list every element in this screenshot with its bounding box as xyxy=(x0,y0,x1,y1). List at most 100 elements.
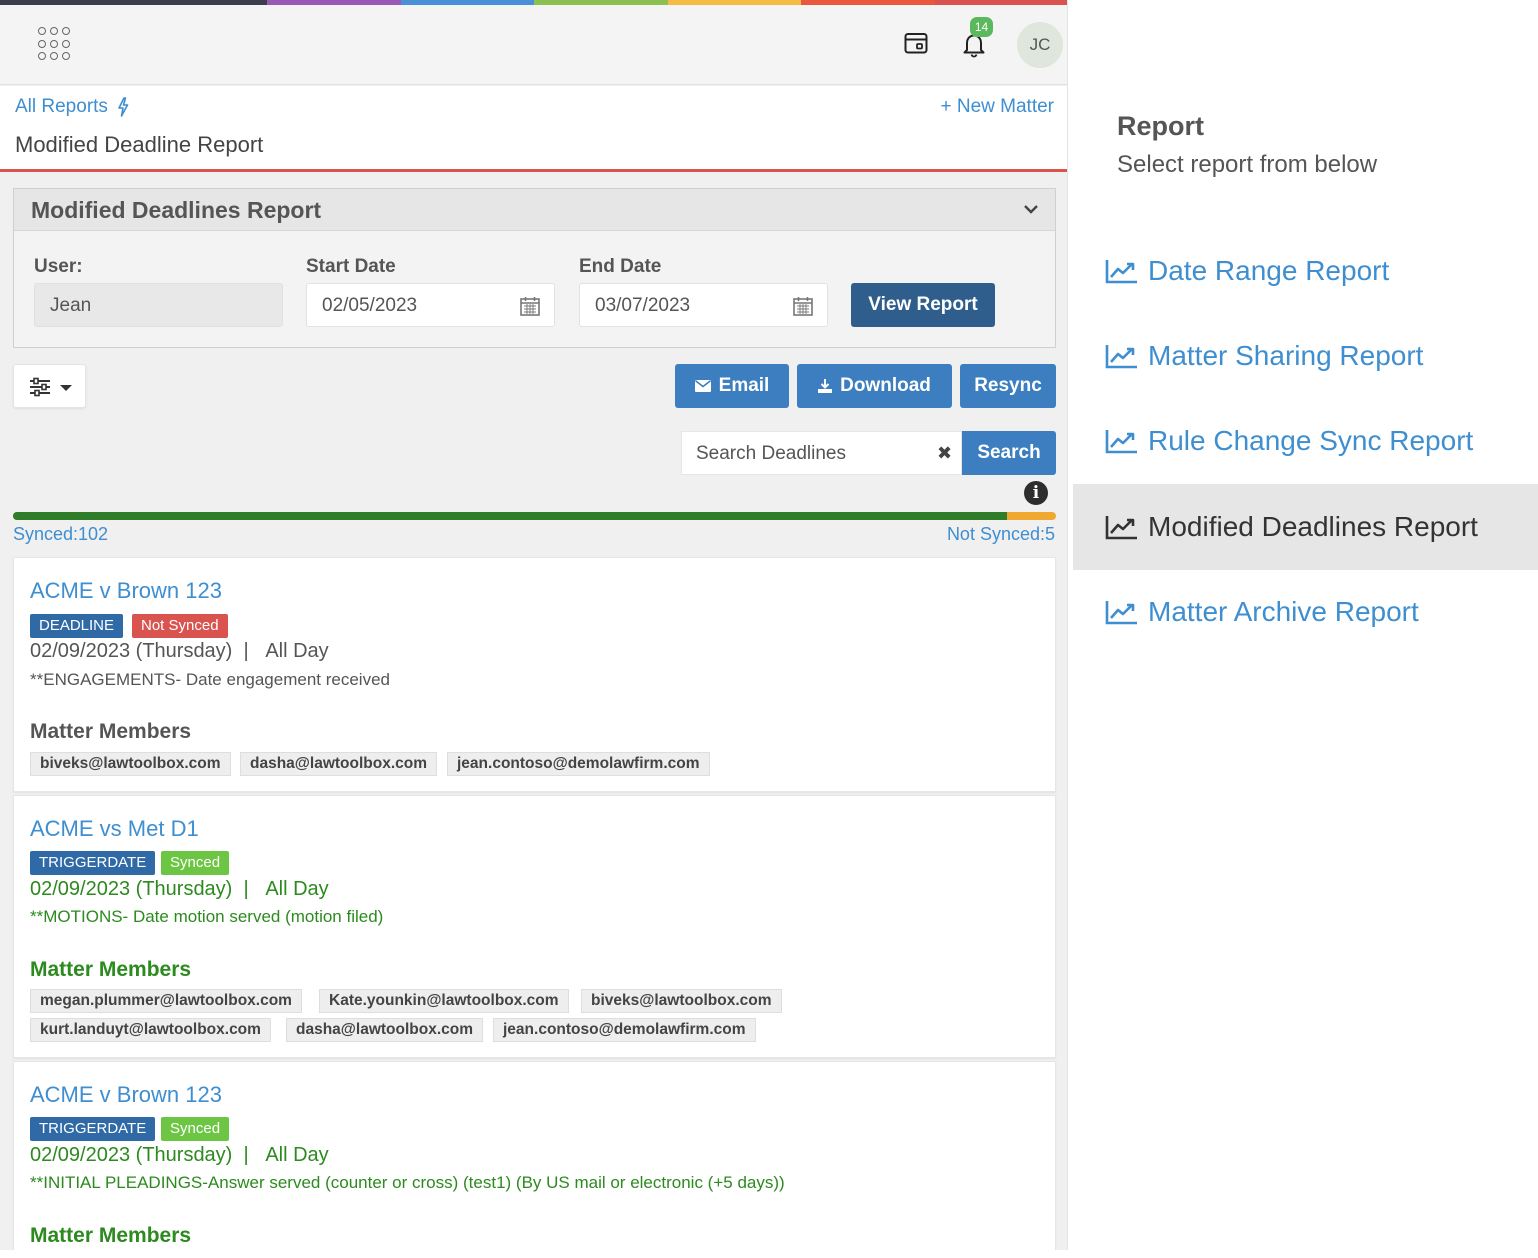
search-button[interactable]: Search xyxy=(962,431,1056,475)
search-input[interactable]: Search Deadlines xyxy=(696,443,846,465)
separator: | xyxy=(232,1144,266,1166)
resync-button[interactable]: Resync xyxy=(960,364,1056,408)
event-type-badge: TRIGGERDATE xyxy=(30,1117,156,1141)
user-field: Jean xyxy=(34,283,283,327)
event-description: **MOTIONS- Date motion served (motion fi… xyxy=(30,907,384,926)
clear-icon[interactable]: ✖ xyxy=(937,443,952,464)
matter-members-heading: Matter Members xyxy=(30,958,192,981)
calendar-icon[interactable] xyxy=(793,296,813,316)
line-chart-icon xyxy=(1105,601,1137,625)
member-chip: biveks@lawtoolbox.com xyxy=(581,989,782,1013)
report-item-label: Rule Change Sync Report xyxy=(1148,425,1474,456)
sync-status-badge: Not Synced xyxy=(132,614,228,638)
report-item-label: Date Range Report xyxy=(1148,255,1390,286)
avatar[interactable]: JC xyxy=(1017,22,1063,68)
page-title: Modified Deadline Report xyxy=(15,132,264,157)
envelope-icon xyxy=(694,380,711,392)
sync-status-badge: Synced xyxy=(161,1117,230,1141)
end-date-label: End Date xyxy=(579,256,662,277)
chevron-down-icon[interactable] xyxy=(1023,201,1039,217)
bolt-icon xyxy=(118,97,129,117)
sync-progress-fill xyxy=(13,512,1008,520)
start-date-field[interactable]: 02/05/2023 xyxy=(306,283,555,327)
separator: | xyxy=(232,878,266,900)
end-date-value: 03/07/2023 xyxy=(595,295,691,316)
event-time-value: All Day xyxy=(265,878,329,900)
start-date-label: Start Date xyxy=(306,256,396,277)
search-box[interactable]: Search Deadlines ✖ xyxy=(681,431,962,475)
page-header: All Reports + New Matter Modified Deadli… xyxy=(0,86,1067,172)
app-launcher-icon[interactable] xyxy=(38,27,72,61)
all-reports-link[interactable]: All Reports xyxy=(15,96,129,118)
separator: | xyxy=(232,640,266,662)
member-chip: kurt.landuyt@lawtoolbox.com xyxy=(30,1018,271,1042)
event-date: 02/09/2023 (Thursday) | All Day xyxy=(30,640,329,663)
new-matter-link[interactable]: + New Matter xyxy=(940,96,1054,118)
report-item-label: Matter Sharing Report xyxy=(1148,340,1424,371)
event-time-value: All Day xyxy=(265,1144,329,1166)
line-chart-icon xyxy=(1105,516,1137,540)
member-chip: dasha@lawtoolbox.com xyxy=(286,1018,484,1042)
report-item-date-range[interactable]: Date Range Report xyxy=(1073,228,1538,314)
event-type-badge: DEADLINE xyxy=(30,614,124,638)
view-report-button[interactable]: View Report xyxy=(851,283,995,327)
deadline-card: ACME v Brown 123 DEADLINE Not Synced 02/… xyxy=(13,557,1056,792)
caret-down-icon xyxy=(60,385,72,391)
download-button-label: Download xyxy=(840,375,931,396)
column-filter-button[interactable] xyxy=(13,364,86,408)
report-menu-subtitle: Select report from below xyxy=(1117,151,1378,178)
report-item-label: Modified Deadlines Report xyxy=(1148,511,1478,542)
report-filter-panel: Modified Deadlines Report User: Jean Sta… xyxy=(13,188,1056,348)
line-chart-icon xyxy=(1105,345,1137,369)
sync-progress-bar xyxy=(13,512,1056,520)
event-type-badge: TRIGGERDATE xyxy=(30,851,156,875)
event-date: 02/09/2023 (Thursday) | All Day xyxy=(30,1144,329,1167)
calendar-icon[interactable] xyxy=(904,32,928,54)
sync-status-badge: Synced xyxy=(161,851,230,875)
report-item-matter-sharing[interactable]: Matter Sharing Report xyxy=(1073,313,1538,399)
matter-title-link[interactable]: ACME v Brown 123 xyxy=(30,1082,222,1108)
line-chart-icon xyxy=(1105,430,1137,454)
matter-members-heading: Matter Members xyxy=(30,1224,192,1247)
line-chart-icon xyxy=(1105,260,1137,284)
matter-title-link[interactable]: ACME v Brown 123 xyxy=(30,578,222,604)
notification-count-badge: 14 xyxy=(970,17,993,37)
member-chip: Kate.younkin@lawtoolbox.com xyxy=(319,989,569,1013)
info-icon[interactable]: i xyxy=(1024,481,1048,505)
not-synced-count: Not Synced:5 xyxy=(946,524,1055,544)
report-menu-title: Report xyxy=(1117,111,1204,141)
matter-title-link[interactable]: ACME vs Met D1 xyxy=(30,816,199,842)
all-reports-label: All Reports xyxy=(15,96,108,117)
report-item-rule-change-sync[interactable]: Rule Change Sync Report xyxy=(1073,398,1538,484)
event-date: 02/09/2023 (Thursday) | All Day xyxy=(30,878,329,901)
member-chip: dasha@lawtoolbox.com xyxy=(240,752,438,776)
panel-header[interactable]: Modified Deadlines Report xyxy=(14,189,1055,231)
end-date-field[interactable]: 03/07/2023 xyxy=(579,283,828,327)
report-menu: Report Select report from below Date Ran… xyxy=(1073,0,1538,1258)
email-button-label: Email xyxy=(718,375,770,396)
panel-title: Modified Deadlines Report xyxy=(31,197,322,223)
deadline-card: ACME v Brown 123 TRIGGERDATE Synced 02/0… xyxy=(13,1061,1056,1250)
start-date-value: 02/05/2023 xyxy=(322,295,418,316)
event-description: **ENGAGEMENTS- Date engagement received xyxy=(30,670,390,689)
calendar-icon[interactable] xyxy=(520,296,540,316)
report-item-modified-deadlines[interactable]: Modified Deadlines Report xyxy=(1073,484,1538,570)
user-label: User: xyxy=(34,256,83,277)
member-chip: jean.contoso@demolawfirm.com xyxy=(447,752,710,776)
event-time-value: All Day xyxy=(265,640,329,662)
deadline-card: ACME vs Met D1 TRIGGERDATE Synced 02/09/… xyxy=(13,795,1056,1058)
report-app-pane: 14 JC All Reports + New Matter Modified … xyxy=(0,0,1068,1250)
event-date-value: 02/09/2023 (Thursday) xyxy=(30,1144,233,1166)
top-bar: 14 JC xyxy=(0,5,1067,85)
member-chip: biveks@lawtoolbox.com xyxy=(30,752,231,776)
sliders-icon xyxy=(30,377,50,397)
event-description: **INITIAL PLEADINGS-Answer served (count… xyxy=(30,1173,785,1192)
download-button[interactable]: Download xyxy=(797,364,952,408)
event-date-value: 02/09/2023 (Thursday) xyxy=(30,640,233,662)
member-chip: megan.plummer@lawtoolbox.com xyxy=(30,989,302,1013)
event-date-value: 02/09/2023 (Thursday) xyxy=(30,878,233,900)
member-chip: jean.contoso@demolawfirm.com xyxy=(493,1018,756,1042)
email-button[interactable]: Email xyxy=(675,364,789,408)
report-item-matter-archive[interactable]: Matter Archive Report xyxy=(1073,569,1538,655)
matter-members-heading: Matter Members xyxy=(30,720,192,743)
